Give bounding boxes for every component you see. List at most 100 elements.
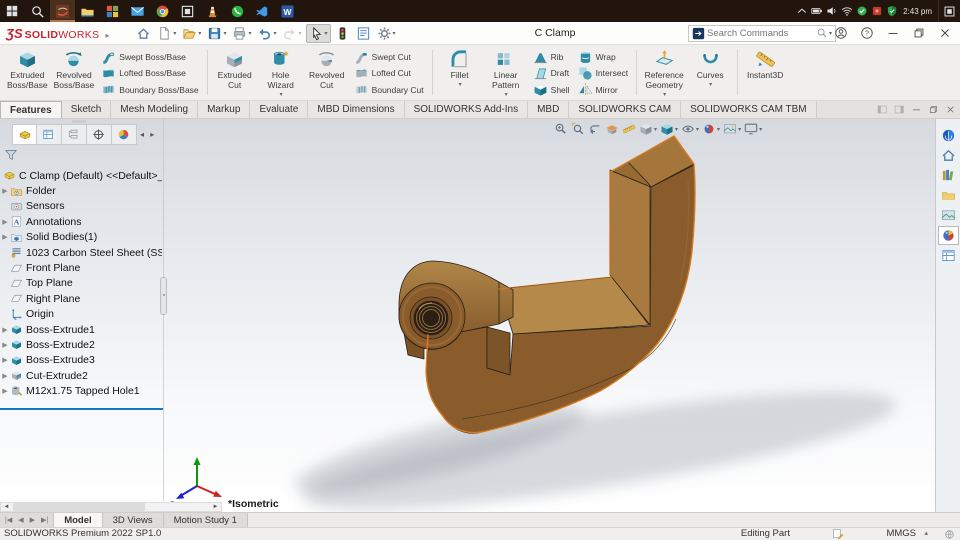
tree-item-root[interactable]: C Clamp (Default) <<Default>_Display: [0, 168, 162, 183]
close-button[interactable]: [932, 23, 958, 43]
search-icon[interactable]: [816, 27, 828, 39]
taskbar-clock[interactable]: 2:43 pm: [903, 7, 932, 16]
search-input[interactable]: [705, 26, 816, 40]
apply-scene-button[interactable]: ▾: [722, 122, 742, 136]
tree-horizontal-scrollbar[interactable]: ◄ ►: [0, 502, 222, 512]
dock-pane-right-button[interactable]: [894, 104, 905, 115]
task-pane-tp-explorer-button[interactable]: [938, 186, 959, 205]
redo-button[interactable]: ▾: [280, 25, 303, 42]
undo-button[interactable]: ▾: [255, 25, 278, 42]
action-center-icon[interactable]: [938, 0, 960, 22]
taskbar-tb-window-button[interactable]: [175, 0, 200, 22]
display-style-button[interactable]: ▾: [659, 122, 679, 136]
taskbar-tb-chrome-button[interactable]: [150, 0, 175, 22]
ribbon-mirror-button[interactable]: Mirror: [574, 82, 633, 98]
rollback-bar[interactable]: [0, 408, 163, 410]
taskbar-tb-solidworks-button[interactable]: [50, 0, 75, 22]
edit-appearance-dropdown-icon[interactable]: ▾: [717, 126, 720, 133]
task-pane-appearances-button[interactable]: [937, 226, 959, 245]
tree-grip-handle[interactable]: [72, 120, 86, 123]
tree-item-m12x1-75-tapped-hole1[interactable]: ▶ M12x1.75 Tapped Hole1: [0, 383, 162, 398]
new-document-button[interactable]: ▾: [155, 25, 178, 42]
ribbon-curves-dropdown-icon[interactable]: ▾: [709, 81, 712, 88]
ribbon-boundary-boss-base-button[interactable]: Boundary Boss/Base: [97, 82, 202, 98]
tree-item-top-plane[interactable]: Top Plane: [0, 276, 162, 291]
pane-minimize-button[interactable]: [911, 104, 922, 115]
help-button[interactable]: ?: [854, 23, 880, 43]
ribbon-reference-geometry-button[interactable]: Reference Geometry ▾: [641, 47, 687, 98]
fm-part-tab[interactable]: [12, 124, 37, 145]
tab-mbd-dimensions[interactable]: MBD Dimensions: [308, 101, 405, 118]
previous-view-button[interactable]: [587, 122, 603, 136]
ribbon-rib-button[interactable]: Rib: [529, 49, 574, 65]
taskbar-tb-office-button[interactable]: [100, 0, 125, 22]
menu-flyout-arrow-icon[interactable]: ▸: [105, 31, 109, 40]
tree-item-1023-carbon-steel-sheet-ss[interactable]: 1023 Carbon Steel Sheet (SS): [0, 245, 162, 260]
tab-sketch[interactable]: Sketch: [61, 101, 112, 118]
units-dropdown-icon[interactable]: ▴: [924, 528, 928, 540]
model-tab-motion-study-1[interactable]: Motion Study 1: [163, 513, 248, 527]
fm-property-tab[interactable]: [37, 124, 62, 145]
expand-arrow-icon[interactable]: ▶: [0, 387, 10, 395]
file-properties-button[interactable]: [354, 25, 373, 42]
tab-evaluate[interactable]: Evaluate: [250, 101, 309, 118]
print-button[interactable]: ▾: [230, 25, 253, 42]
search-commands-box[interactable]: ▾: [688, 24, 836, 42]
options-dropdown-icon[interactable]: ▾: [393, 30, 396, 37]
tab-solidworks-cam-tbm[interactable]: SOLIDWORKS CAM TBM: [681, 101, 817, 118]
home-button[interactable]: [134, 25, 153, 42]
select-dropdown-icon[interactable]: ▾: [325, 30, 328, 37]
tab-solidworks-cam[interactable]: SOLIDWORKS CAM: [569, 101, 682, 118]
tree-item-boss-extrude3[interactable]: ▶ Boss-Extrude3: [0, 353, 162, 368]
pane-restore-button[interactable]: [928, 104, 939, 115]
ribbon-reference-geometry-dropdown-icon[interactable]: ▾: [663, 91, 666, 98]
ribbon-lofted-boss-base-button[interactable]: Lofted Boss/Base: [97, 65, 202, 81]
tree-item-cut-extrude2[interactable]: ▶ Cut-Extrude2: [0, 368, 162, 383]
taskbar-tb-mail-button[interactable]: [125, 0, 150, 22]
units-label[interactable]: MMGS: [886, 528, 916, 540]
zoom-to-area-button[interactable]: [570, 122, 586, 136]
open-dropdown-icon[interactable]: ▾: [198, 30, 201, 37]
expand-arrow-icon[interactable]: ▶: [0, 341, 10, 349]
fm-tab-scroll-arrows[interactable]: ◂ ▸: [140, 130, 156, 139]
ribbon-shell-button[interactable]: Shell: [529, 82, 574, 98]
scroll-left-icon[interactable]: ◄: [1, 504, 12, 510]
task-pane-tp-home-button[interactable]: [938, 146, 959, 165]
taskbar-tb-word-button[interactable]: W: [275, 0, 300, 22]
expand-arrow-icon[interactable]: ▶: [0, 218, 10, 226]
tags-globe-icon[interactable]: [944, 528, 955, 540]
display-style-dropdown-icon[interactable]: ▾: [675, 126, 678, 133]
restore-button[interactable]: [906, 23, 932, 43]
minimize-button[interactable]: [880, 23, 906, 43]
task-pane-custom-properties-button[interactable]: [938, 246, 959, 265]
ribbon-fillet-button[interactable]: Fillet ▾: [437, 47, 483, 98]
ribbon-extruded-cut-button[interactable]: Extruded Cut: [212, 47, 258, 98]
taskbar-tb-vscode-button[interactable]: [250, 0, 275, 22]
open-button[interactable]: ▾: [180, 25, 203, 42]
tray-defender-button[interactable]: [884, 0, 899, 22]
tab-features[interactable]: Features: [0, 101, 62, 118]
ribbon-swept-boss-base-button[interactable]: Swept Boss/Base: [97, 49, 202, 65]
ribbon-hole-wizard-dropdown-icon[interactable]: ▾: [280, 91, 283, 98]
tray-av-green-button[interactable]: [854, 0, 869, 22]
tray-battery-button[interactable]: [809, 0, 824, 22]
undo-dropdown-icon[interactable]: ▾: [273, 30, 276, 37]
expand-arrow-icon[interactable]: ▶: [0, 372, 10, 380]
zoom-to-fit-button[interactable]: [553, 122, 569, 136]
save-button[interactable]: ▾: [205, 25, 228, 42]
view-orientation-button[interactable]: ▾: [638, 122, 658, 136]
save-dropdown-icon[interactable]: ▾: [223, 30, 226, 37]
tree-item-boss-extrude2[interactable]: ▶ Boss-Extrude2: [0, 337, 162, 352]
expand-arrow-icon[interactable]: ▶: [0, 233, 10, 241]
measure-button[interactable]: [621, 122, 637, 136]
taskbar-tb-search-button[interactable]: [25, 0, 50, 22]
tray-tray-chevron-button[interactable]: [794, 0, 809, 22]
dock-pane-left-button[interactable]: [877, 104, 888, 115]
filter-icon[interactable]: [4, 148, 18, 162]
tab-navigation-buttons[interactable]: |◀ ◀ ▶ ▶|: [0, 513, 55, 527]
first-tab-icon[interactable]: |◀: [2, 516, 15, 524]
view-orientation-dropdown-icon[interactable]: ▾: [654, 126, 657, 133]
tree-item-sensors[interactable]: Sensors: [0, 199, 162, 214]
select-button[interactable]: ▾: [305, 23, 331, 43]
task-pane-threedexperience-button[interactable]: [938, 126, 959, 145]
